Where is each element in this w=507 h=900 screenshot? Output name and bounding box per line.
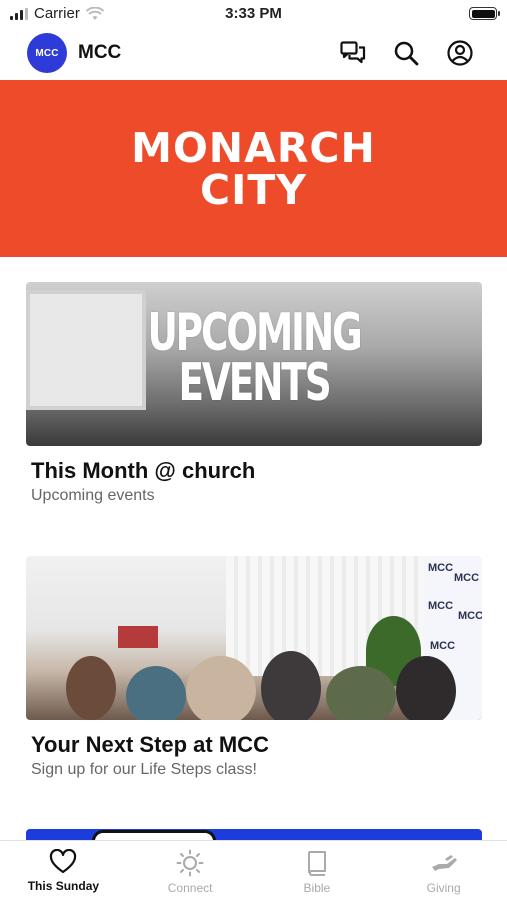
- giving-hand-icon: [431, 855, 457, 871]
- chat-icon[interactable]: [339, 39, 367, 67]
- card-subtitle: Upcoming events: [31, 487, 155, 504]
- banner-line-1: MONARCH: [131, 123, 376, 172]
- tab-giving[interactable]: Giving: [380, 841, 507, 900]
- next-step-image: MCC MCC MCC MCC MCC: [26, 556, 482, 720]
- backdrop-text: MCC: [430, 640, 456, 652]
- events-card[interactable]: UPCOMING EVENTS This Month @ church Upco…: [26, 282, 482, 505]
- events-image: UPCOMING EVENTS: [26, 282, 482, 446]
- tab-label: Giving: [426, 881, 461, 895]
- status-bar: Carrier 3:33 PM: [0, 0, 507, 28]
- clothing-rack-graphic: [118, 626, 158, 648]
- tab-bible[interactable]: Bible: [254, 841, 381, 900]
- person-graphic: [186, 656, 256, 720]
- person-graphic: [396, 656, 456, 720]
- backdrop-text: MCC: [428, 600, 454, 612]
- tab-label: Bible: [303, 881, 331, 895]
- backdrop-text: MCC: [428, 562, 454, 574]
- sun-icon: [176, 849, 204, 877]
- card-subtitle: Sign up for our Life Steps class!: [31, 761, 257, 778]
- tab-this-sunday[interactable]: This Sunday: [0, 841, 127, 900]
- heart-icon: [50, 849, 77, 874]
- tab-label: Connect: [167, 881, 213, 895]
- app-header: MCC MCC: [0, 30, 507, 76]
- tab-label: This Sunday: [27, 879, 100, 893]
- person-graphic: [66, 656, 116, 720]
- person-graphic: [126, 666, 186, 720]
- events-image-overlay: UPCOMING EVENTS: [90, 303, 418, 413]
- card-title: Your Next Step at MCC: [31, 732, 269, 757]
- person-graphic: [261, 651, 321, 720]
- person-graphic: [326, 666, 396, 720]
- search-icon[interactable]: [392, 39, 420, 67]
- events-image-line-1: UPCOMING: [147, 303, 362, 363]
- app-title: MCC: [78, 42, 122, 63]
- account-icon[interactable]: [446, 39, 474, 67]
- status-time: 3:33 PM: [225, 5, 282, 22]
- tab-bar: This Sunday Connect Bible Giving: [0, 840, 507, 900]
- hero-banner[interactable]: MONARCH CITY: [0, 80, 507, 257]
- next-step-card[interactable]: MCC MCC MCC MCC MCC Your Next Step at MC…: [26, 556, 482, 779]
- banner-line-2: CITY: [199, 165, 307, 214]
- battery-icon: [469, 7, 500, 20]
- tab-connect[interactable]: Connect: [127, 841, 254, 900]
- events-image-line-2: EVENTS: [178, 353, 331, 413]
- card-title: This Month @ church: [31, 458, 256, 483]
- backdrop-text: MCC: [458, 610, 482, 622]
- church-logo[interactable]: MCC: [27, 33, 67, 73]
- backdrop-text: MCC: [454, 572, 480, 584]
- book-icon: [307, 851, 326, 876]
